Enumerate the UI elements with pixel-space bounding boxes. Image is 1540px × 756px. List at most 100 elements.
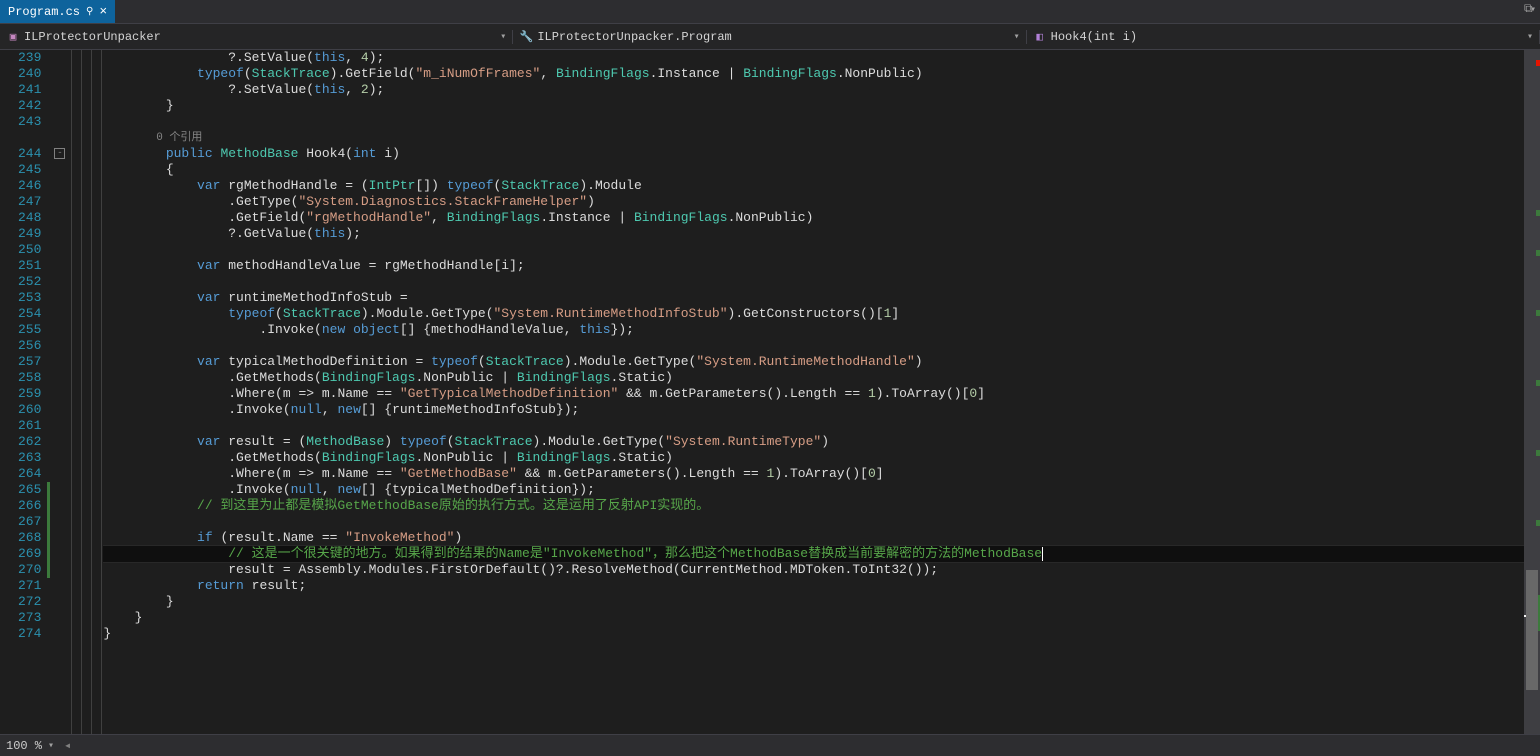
line-number: 270 <box>18 562 41 578</box>
code-line[interactable]: typeof(StackTrace).Module.GetType("Syste… <box>103 306 1524 322</box>
indent-guides <box>67 50 103 734</box>
scroll-thumb[interactable] <box>1526 570 1538 690</box>
zoom-level[interactable]: 100 % <box>6 739 42 753</box>
editor[interactable]: 2392402412422432442452462472482492502512… <box>0 50 1540 734</box>
line-number: 262 <box>18 434 41 450</box>
breadcrumb-scope3: Hook4(int i) <box>1051 30 1137 44</box>
line-number: 239 <box>18 50 41 66</box>
code-line[interactable]: ?.SetValue(this, 4); <box>103 50 1524 66</box>
change-marker <box>47 514 50 530</box>
line-number: 248 <box>18 210 41 226</box>
split-editor-icon[interactable]: ⧉ <box>1524 2 1538 16</box>
line-number: 274 <box>18 626 41 642</box>
nav-left-icon[interactable]: ◂ <box>64 738 71 753</box>
line-number: 241 <box>18 82 41 98</box>
line-number: 265 <box>18 482 41 498</box>
chevron-down-icon[interactable]: ▾ <box>48 740 54 752</box>
code-line[interactable]: .Invoke(null, new[] {runtimeMethodInfoSt… <box>103 402 1524 418</box>
line-number: 271 <box>18 578 41 594</box>
breadcrumb-scope2: ILProtectorUnpacker.Program <box>537 30 731 44</box>
line-number: 247 <box>18 194 41 210</box>
code-line[interactable]: } <box>103 610 1524 626</box>
code-line[interactable]: var runtimeMethodInfoStub = <box>103 290 1524 306</box>
change-marker <box>47 530 50 546</box>
codelens[interactable]: 0 个引用 <box>103 130 1524 146</box>
code-line[interactable]: } <box>103 626 1524 642</box>
code-line[interactable]: // 到这里为止都是模拟GetMethodBase原始的执行方式。这是运用了反射… <box>103 498 1524 514</box>
line-number: 259 <box>18 386 41 402</box>
line-number: 273 <box>18 610 41 626</box>
file-tab[interactable]: Program.cs ⚲ × <box>0 0 115 23</box>
method-icon: ◧ <box>1033 30 1047 44</box>
line-number: 264 <box>18 466 41 482</box>
code-area[interactable]: ?.SetValue(this, 4); typeof(StackTrace).… <box>103 50 1524 734</box>
line-number: 256 <box>18 338 41 354</box>
code-line[interactable]: .Where(m => m.Name == "GetMethodBase" &&… <box>103 466 1524 482</box>
line-number: 257 <box>18 354 41 370</box>
code-line[interactable]: var rgMethodHandle = (IntPtr[]) typeof(S… <box>103 178 1524 194</box>
vertical-scrollbar[interactable] <box>1524 50 1540 734</box>
breadcrumb: ▣ ILProtectorUnpacker ▾ 🔧 ILProtectorUnp… <box>0 24 1540 50</box>
breadcrumb-class[interactable]: 🔧 ILProtectorUnpacker.Program ▾ <box>513 30 1026 44</box>
code-line[interactable]: return result; <box>103 578 1524 594</box>
code-line[interactable] <box>103 114 1524 130</box>
line-number: 253 <box>18 290 41 306</box>
line-number: 249 <box>18 226 41 242</box>
change-marker <box>47 562 50 578</box>
line-number: 267 <box>18 514 41 530</box>
code-line[interactable]: .Invoke(new object[] {methodHandleValue,… <box>103 322 1524 338</box>
line-number: 240 <box>18 66 41 82</box>
code-line[interactable] <box>103 418 1524 434</box>
code-line[interactable] <box>103 338 1524 354</box>
line-number <box>18 130 41 146</box>
code-line[interactable]: var methodHandleValue = rgMethodHandle[i… <box>103 258 1524 274</box>
tab-bar: Program.cs ⚲ × ▾ <box>0 0 1540 24</box>
pin-icon[interactable]: ⚲ <box>86 6 93 18</box>
code-line[interactable]: // 这是一个很关键的地方。如果得到的结果的Name是"InvokeMethod… <box>103 546 1524 562</box>
code-line[interactable]: result = Assembly.Modules.FirstOrDefault… <box>103 562 1524 578</box>
line-number: 254 <box>18 306 41 322</box>
code-line[interactable]: } <box>103 594 1524 610</box>
code-line[interactable] <box>103 514 1524 530</box>
line-number: 263 <box>18 450 41 466</box>
close-icon[interactable]: × <box>99 5 107 18</box>
line-number: 260 <box>18 402 41 418</box>
code-line[interactable]: .GetMethods(BindingFlags.NonPublic | Bin… <box>103 450 1524 466</box>
code-line[interactable] <box>103 274 1524 290</box>
code-line[interactable]: if (result.Name == "InvokeMethod") <box>103 530 1524 546</box>
code-line[interactable]: var typicalMethodDefinition = typeof(Sta… <box>103 354 1524 370</box>
line-number: 258 <box>18 370 41 386</box>
line-number: 242 <box>18 98 41 114</box>
breadcrumb-method[interactable]: ◧ Hook4(int i) ▾ <box>1027 30 1540 44</box>
line-number: 250 <box>18 242 41 258</box>
line-number: 255 <box>18 322 41 338</box>
code-line[interactable]: var result = (MethodBase) typeof(StackTr… <box>103 434 1524 450</box>
line-number: 244 <box>18 146 41 162</box>
code-line[interactable]: } <box>103 98 1524 114</box>
tab-title: Program.cs <box>8 5 80 19</box>
code-line[interactable]: public MethodBase Hook4(int i) <box>103 146 1524 162</box>
breadcrumb-namespace[interactable]: ▣ ILProtectorUnpacker ▾ <box>0 30 513 44</box>
fold-toggle[interactable]: - <box>54 148 65 159</box>
code-line[interactable]: .Invoke(null, new[] {typicalMethodDefini… <box>103 482 1524 498</box>
code-line[interactable] <box>103 242 1524 258</box>
fold-column: - <box>53 50 67 734</box>
chevron-down-icon: ▾ <box>1014 31 1020 43</box>
namespace-icon: ▣ <box>6 30 20 44</box>
line-number: 269 <box>18 546 41 562</box>
line-number: 243 <box>18 114 41 130</box>
class-icon: 🔧 <box>519 30 533 44</box>
line-number-gutter: 2392402412422432442452462472482492502512… <box>0 50 47 734</box>
code-line[interactable]: .GetMethods(BindingFlags.NonPublic | Bin… <box>103 370 1524 386</box>
code-line[interactable]: .Where(m => m.Name == "GetTypicalMethodD… <box>103 386 1524 402</box>
chevron-down-icon: ▾ <box>500 31 506 43</box>
breadcrumb-scope1: ILProtectorUnpacker <box>24 30 161 44</box>
code-line[interactable]: .GetField("rgMethodHandle", BindingFlags… <box>103 210 1524 226</box>
code-line[interactable]: typeof(StackTrace).GetField("m_iNumOfFra… <box>103 66 1524 82</box>
code-line[interactable]: ?.GetValue(this); <box>103 226 1524 242</box>
code-line[interactable]: .GetType("System.Diagnostics.StackFrameH… <box>103 194 1524 210</box>
code-line[interactable]: ?.SetValue(this, 2); <box>103 82 1524 98</box>
code-line[interactable]: { <box>103 162 1524 178</box>
line-number: 266 <box>18 498 41 514</box>
line-number: 245 <box>18 162 41 178</box>
